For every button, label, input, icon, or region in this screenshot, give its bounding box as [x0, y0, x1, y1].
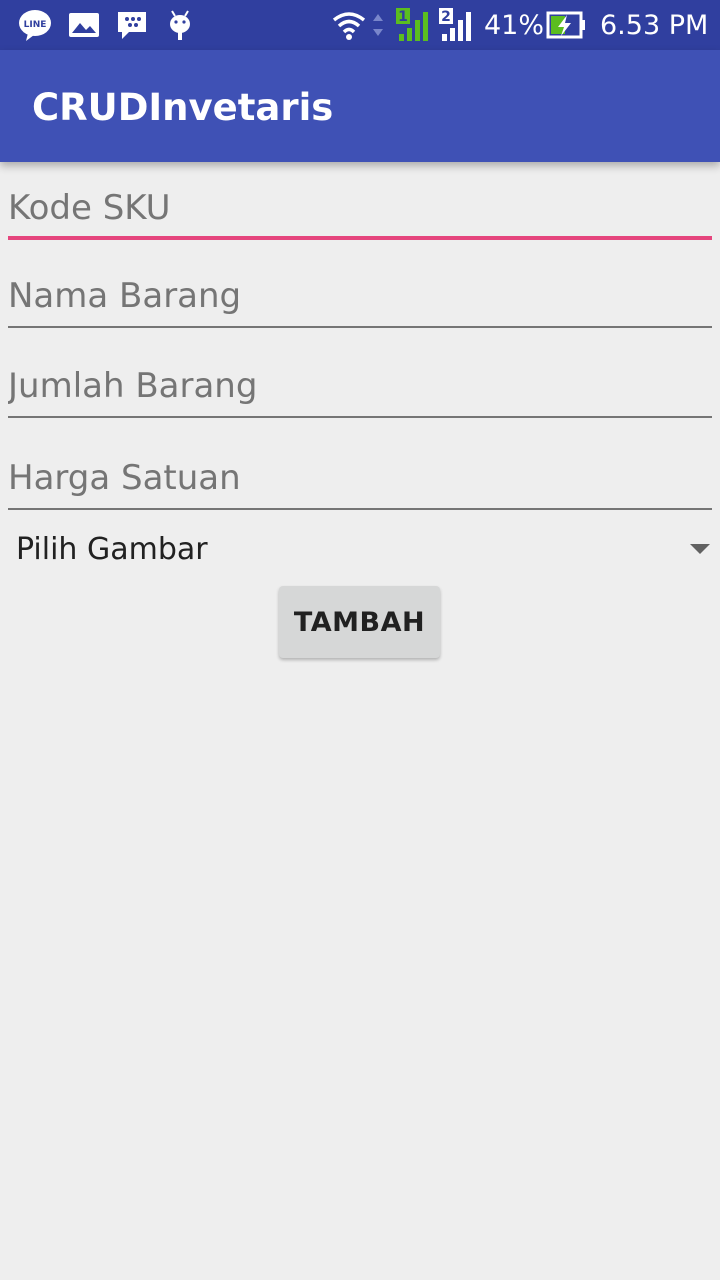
battery-charging-icon — [546, 11, 585, 39]
pilih-gambar-spinner[interactable]: Pilih Gambar — [0, 520, 720, 580]
dropdown-arrow-icon — [690, 544, 710, 554]
kode-sku-field[interactable] — [8, 180, 712, 240]
battery-percent: 41% — [484, 10, 545, 41]
spinner-selected-label: Pilih Gambar — [16, 532, 208, 567]
jumlah-barang-underline — [8, 416, 712, 418]
app-title: CRUDInvetaris — [32, 86, 334, 129]
harga-satuan-input[interactable] — [8, 450, 712, 506]
gallery-icon — [69, 13, 99, 37]
android-debug-icon — [170, 10, 190, 40]
tambah-button[interactable]: TAMBAH — [279, 586, 440, 658]
app-bar: CRUDInvetaris — [0, 50, 720, 162]
kode-sku-underline — [8, 236, 712, 240]
kode-sku-input[interactable] — [8, 180, 712, 236]
jumlah-barang-input[interactable] — [8, 358, 712, 414]
sim1-label: 1 — [398, 9, 408, 25]
line-label: LINE — [24, 20, 47, 30]
sim2-label: 2 — [441, 9, 451, 25]
nama-barang-underline — [8, 326, 712, 328]
harga-satuan-field[interactable] — [8, 450, 712, 510]
status-time: 6.53 PM — [600, 10, 709, 41]
wifi-icon — [332, 12, 366, 40]
data-arrows-icon — [373, 14, 383, 36]
harga-satuan-underline — [8, 508, 712, 510]
nama-barang-input[interactable] — [8, 268, 712, 324]
line-icon: LINE — [19, 10, 51, 41]
bbm-icon — [118, 12, 146, 39]
status-bar: LINE 1 2 41% 6.53 PM — [0, 0, 720, 50]
jumlah-barang-field[interactable] — [8, 358, 712, 418]
signal-sim2-icon: 2 — [439, 8, 471, 41]
signal-sim1-icon: 1 — [396, 8, 428, 41]
nama-barang-field[interactable] — [8, 268, 712, 328]
